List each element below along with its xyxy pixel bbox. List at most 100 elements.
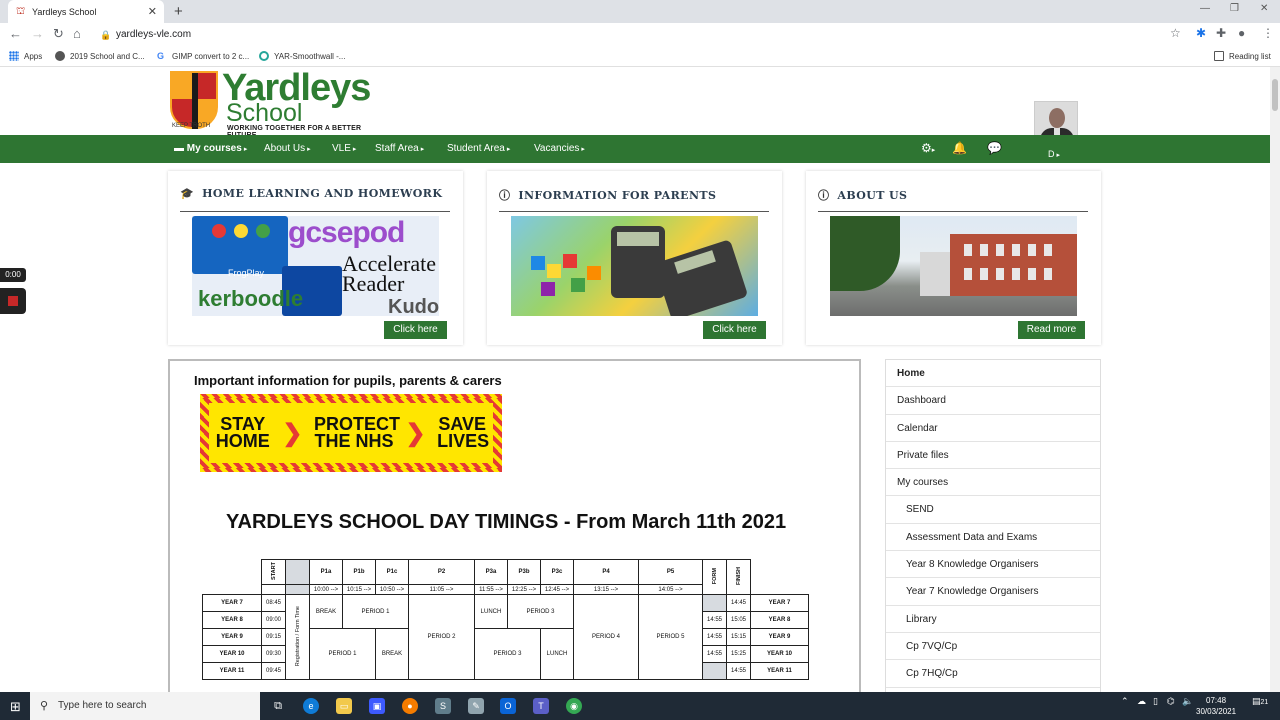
messages-chat-icon[interactable]: 💬 xyxy=(987,141,1002,155)
tray-chevron-icon[interactable]: ⌃ xyxy=(1121,696,1129,707)
edge-browser-icon[interactable]: e xyxy=(303,698,319,714)
restore-window-icon[interactable]: ❐ xyxy=(1230,3,1239,14)
profile-icon[interactable]: ● xyxy=(1238,26,1245,40)
menu-kebab-icon[interactable]: ⋮ xyxy=(1262,26,1274,40)
notification-center-icon[interactable]: ▤21 xyxy=(1252,696,1268,707)
windows-taskbar: ⊞ ⚲ Type here to search ⧉ e ▭ ▣ ● S ✎ O … xyxy=(0,692,1280,720)
tt-header: P1b xyxy=(342,559,376,585)
important-info-heading: Important information for pupils, parent… xyxy=(194,373,502,388)
notes-app-icon[interactable]: ✎ xyxy=(468,698,484,714)
parents-image[interactable] xyxy=(511,216,758,316)
sidebar-item-cp-7hq[interactable]: Cp 7HQ/Cp xyxy=(886,660,1100,688)
nav-vle[interactable]: VLE ▸ xyxy=(332,143,356,154)
bookmark-gimp[interactable]: G GIMP convert to 2 c... xyxy=(157,51,249,61)
card-title: ⓘ ABOUT US xyxy=(818,187,907,203)
chrome-icon[interactable]: ◉ xyxy=(566,698,582,714)
task-view-icon[interactable]: ⧉ xyxy=(270,698,286,714)
url-field[interactable]: 🔒 yardleys-vle.com xyxy=(96,26,1186,44)
bookmark-star-icon[interactable]: ☆ xyxy=(1170,26,1181,40)
sidebar-item-home[interactable]: Home xyxy=(886,360,1100,388)
bookmark-label: YAR-Smoothwall -... xyxy=(274,51,346,61)
nav-label: My courses xyxy=(186,143,242,154)
recorder-stop-button[interactable] xyxy=(0,288,26,314)
back-icon[interactable]: ← xyxy=(9,26,22,41)
notification-count: 21 xyxy=(1260,699,1269,706)
nav-about-us[interactable]: About Us ▸ xyxy=(264,143,311,154)
stay-home-banner[interactable]: STAY HOME ❯ PROTECT THE NHS ❯ SAVE LIVES xyxy=(200,394,502,472)
tt-period-1: PERIOD 1 xyxy=(342,594,409,629)
tt-lunch: LUNCH xyxy=(540,628,574,680)
read-more-button[interactable]: Read more xyxy=(1018,321,1085,339)
main-content: Important information for pupils, parent… xyxy=(168,359,861,692)
tt-year: YEAR 11 xyxy=(202,662,262,680)
nav-staff-area[interactable]: Staff Area ▸ xyxy=(375,143,424,154)
sidebar-item-send[interactable]: SEND xyxy=(886,496,1100,524)
new-tab-icon[interactable]: + xyxy=(174,3,183,20)
recorder-app-icon[interactable]: ● xyxy=(402,698,418,714)
bookmark-apps[interactable]: Apps xyxy=(9,51,42,61)
sidebar-item-year8-ko[interactable]: Year 8 Knowledge Organisers xyxy=(886,551,1100,579)
tt-year: YEAR 9 xyxy=(202,628,262,646)
extension-icon[interactable]: ✱ xyxy=(1196,26,1206,40)
bookmark-smoothwall[interactable]: YAR-Smoothwall -... xyxy=(259,51,345,61)
teams-icon[interactable]: T xyxy=(533,698,549,714)
reading-list[interactable]: Reading list xyxy=(1214,51,1271,61)
sidebar-item-private-files[interactable]: Private files xyxy=(886,442,1100,470)
network-icon[interactable]: ⌬ xyxy=(1167,696,1175,707)
card-title: 🎓 HOME LEARNING AND HOMEWORK xyxy=(180,187,442,200)
store-icon[interactable]: ▣ xyxy=(369,698,385,714)
taskbar-search[interactable]: ⚲ Type here to search xyxy=(30,692,260,720)
sidebar-item-cp-7vq[interactable]: Cp 7VQ/Cp xyxy=(886,633,1100,661)
notifications-bell-icon[interactable]: 🔔 xyxy=(952,141,967,155)
google-icon: G xyxy=(157,51,167,61)
graduation-cap-icon: 🎓 xyxy=(180,187,195,200)
tt-header-blank xyxy=(285,559,310,585)
outlook-icon[interactable]: O xyxy=(500,698,516,714)
volume-icon[interactable]: 🔈 xyxy=(1182,696,1193,707)
nav-student-area[interactable]: Student Area ▸ xyxy=(447,143,510,154)
web-page: Yardleys School WORKING TOGETHER FOR A B… xyxy=(0,67,1270,692)
parents-button[interactable]: Click here xyxy=(703,321,766,339)
sidebar-item-my-courses[interactable]: My courses xyxy=(886,469,1100,497)
settings-gear-icon[interactable]: ⚙▸ xyxy=(921,141,935,155)
home-icon[interactable]: ⌂ xyxy=(73,26,81,41)
tt-start: 08:45 xyxy=(261,594,286,612)
school-logo[interactable]: Yardleys School WORKING TOGETHER FOR A B… xyxy=(170,69,371,139)
tt-form: 14:55 xyxy=(702,645,727,663)
forward-icon[interactable]: → xyxy=(31,26,44,41)
sims-app-icon[interactable]: S xyxy=(435,698,451,714)
school-building-image[interactable] xyxy=(830,216,1077,316)
browser-tab[interactable]: ⛫ Yardleys School ✕ xyxy=(8,0,164,23)
file-explorer-icon[interactable]: ▭ xyxy=(336,698,352,714)
sidebar-item-dashboard[interactable]: Dashboard xyxy=(886,387,1100,415)
power-icon[interactable]: ▯ xyxy=(1153,696,1158,707)
reload-icon[interactable]: ↻ xyxy=(53,26,64,42)
nav-vacancies[interactable]: Vacancies ▸ xyxy=(534,143,585,154)
sidebar-item-calendar[interactable]: Calendar xyxy=(886,415,1100,442)
close-tab-icon[interactable]: ✕ xyxy=(148,5,157,18)
clock-date: 30/03/2021 xyxy=(1196,707,1237,716)
tt-header: P1c xyxy=(375,559,409,585)
card-title-text: HOME LEARNING AND HOMEWORK xyxy=(202,187,443,200)
home-learning-button[interactable]: Click here xyxy=(384,321,447,339)
home-learning-image[interactable]: gcsepod AccelerateReader kerboodle Kudos… xyxy=(192,216,439,316)
sidebar-item-assessment[interactable]: Assessment Data and Exams xyxy=(886,524,1100,552)
card-title-text: INFORMATION FOR PARENTS xyxy=(518,189,717,202)
sidebar-item-library[interactable]: Library xyxy=(886,606,1100,633)
taskbar-clock[interactable]: 07:48 30/03/2021 xyxy=(1196,695,1236,717)
bookmark-2019-school[interactable]: 2019 School and C... xyxy=(55,51,145,61)
scrollbar-thumb[interactable] xyxy=(1272,79,1278,111)
windows-start-icon[interactable]: ⊞ xyxy=(10,699,21,715)
extensions-puzzle-icon[interactable]: ✚ xyxy=(1216,26,1226,40)
nav-label: Staff Area xyxy=(375,143,419,154)
banner-arrow-icon: ❯ xyxy=(405,419,426,447)
page-scrollbar[interactable] xyxy=(1270,67,1280,692)
cloud-icon[interactable]: ☁ xyxy=(1137,696,1146,707)
user-menu[interactable]: D ▸ xyxy=(1048,149,1060,159)
nav-my-courses[interactable]: ▬ My courses ▸ xyxy=(174,143,247,154)
close-window-icon[interactable]: ✕ xyxy=(1260,3,1268,14)
bookmark-label: 2019 School and C... xyxy=(70,51,145,61)
tt-start: 09:45 xyxy=(261,662,286,680)
sidebar-item-year7-ko[interactable]: Year 7 Knowledge Organisers xyxy=(886,578,1100,606)
minimize-window-icon[interactable]: — xyxy=(1200,3,1210,14)
